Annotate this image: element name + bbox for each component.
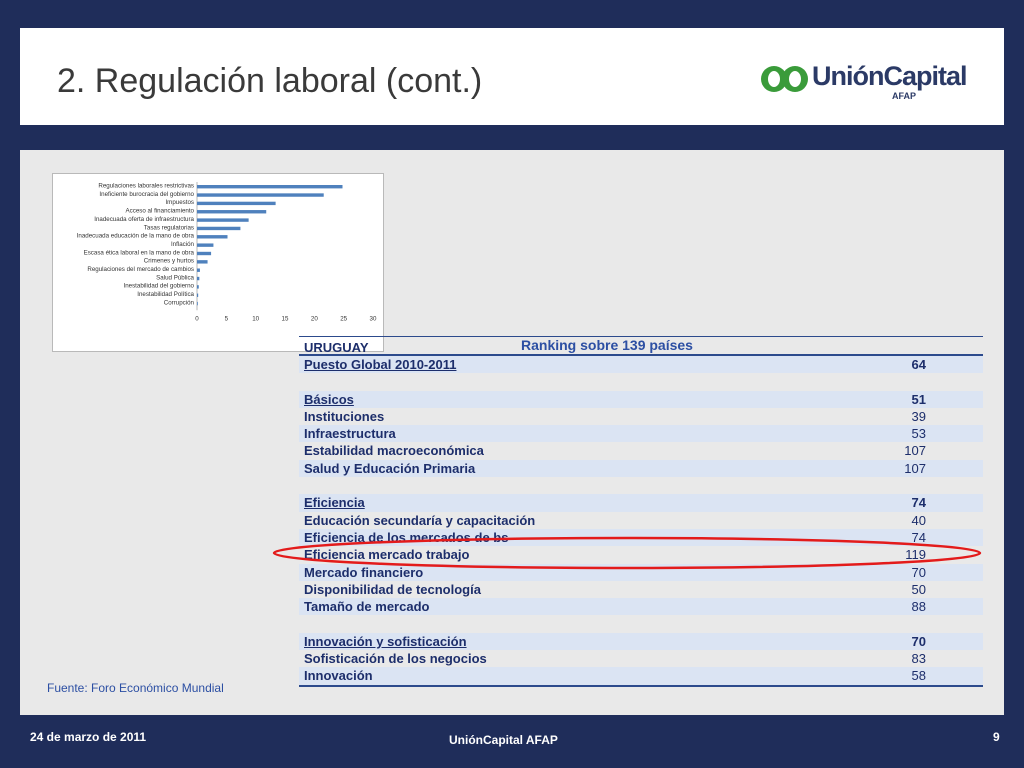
chart-bar [197, 301, 198, 306]
chart-bar [197, 235, 228, 239]
section-label: Básicos [304, 391, 354, 407]
table-footer-line [299, 684, 983, 687]
table-row: Innovación y sofisticación 70 [299, 632, 983, 651]
table-spacer-row [299, 373, 983, 390]
obstacles-chart: Regulaciones laborales restrictivas Inefi… [52, 173, 384, 352]
table-heading: Ranking sobre 139 países [521, 337, 693, 353]
chart-category-label: Acceso al financiamiento [126, 208, 195, 215]
chart-category-label: Tasas regulatorias [144, 224, 194, 231]
table-header: URUGUAY Ranking sobre 139 países [299, 336, 983, 356]
row-value: 107 [904, 443, 926, 459]
row-label: Infraestructura [304, 426, 396, 442]
section-label: Puesto Global 2010-2011 [304, 357, 457, 372]
chart-category-label: Escasa ética laboral en la mano de obra [84, 249, 195, 256]
table-row: Tamaño de mercado 88 [299, 598, 983, 616]
table-row: Educación secundaría y capacitación 40 [299, 512, 983, 529]
slide-title: 2. Regulación laboral (cont.) [57, 62, 483, 100]
chart-bar [197, 193, 324, 197]
row-value: 40 [911, 512, 926, 528]
unioncapital-logo: UniónCapital AFAP [757, 61, 972, 110]
row-label: Sofisticación de los negocios [304, 651, 487, 667]
chart-tick-label: 20 [311, 315, 318, 322]
chart-category-label: Inestabilidad Política [137, 291, 194, 298]
table-row: Puesto Global 2010-2011 64 [299, 356, 983, 374]
table-row: Básicos 51 [299, 390, 983, 408]
slide-content: Regulaciones laborales restrictivas Inefi… [20, 150, 1004, 715]
chart-bar [197, 243, 214, 247]
table-row: Estabilidad macroeconómica 107 [299, 442, 983, 459]
row-value: 50 [911, 581, 926, 597]
row-value: 51 [911, 391, 926, 407]
row-label: Tamaño de mercado [304, 599, 430, 615]
chart-bar [197, 260, 208, 264]
chart-category-label: Regulaciones laborales restrictivas [98, 183, 194, 190]
footer-date: 24 de marzo de 2011 [30, 730, 147, 744]
logo-mark-icon [761, 66, 808, 92]
chart-bar [197, 293, 199, 297]
section-label: Innovación y sofisticación [304, 633, 467, 649]
table-country: URUGUAY [304, 340, 369, 355]
chart-tick-label: 0 [195, 315, 199, 322]
logo-subtext: AFAP [892, 91, 917, 101]
chart-bar [197, 185, 343, 189]
chart-category-label: Inestabilidad del gobierno [123, 283, 194, 290]
chart-category-label: Corrupción [164, 299, 195, 306]
chart-category-label: Impuestos [165, 199, 194, 206]
chart-bar [197, 276, 200, 281]
chart-bar [197, 268, 200, 272]
row-value: 53 [911, 426, 926, 442]
row-label: Innovación [304, 668, 373, 684]
chart-bar [197, 226, 241, 231]
table-row: Eficiencia 74 [299, 494, 983, 512]
chart-bar [197, 285, 199, 289]
row-label: Disponibilidad de tecnología [304, 581, 481, 597]
chart-bar [197, 210, 267, 214]
row-value: 88 [911, 599, 926, 615]
source-note: Fuente: Foro Económico Mundial [47, 681, 224, 695]
chart-category-label: Inadecuada educación de la mano de obra [77, 233, 195, 240]
row-value: 70 [911, 633, 926, 649]
table-body: Puesto Global 2010-2011 64 Básicos 51 Instit… [299, 356, 983, 685]
logo-text: UniónCapital [812, 61, 967, 91]
chart-tick-label: 10 [252, 315, 259, 322]
table-spacer-row [299, 477, 983, 494]
row-label: Educación secundaría y capacitación [304, 512, 536, 528]
table-row: Disponibilidad de tecnología 50 [299, 581, 983, 598]
chart-category-label: Crimenes y hurtos [144, 258, 194, 265]
row-value: 64 [911, 357, 926, 372]
row-value: 107 [904, 460, 926, 476]
row-value: 74 [911, 495, 926, 511]
footer-company: UniónCapital AFAP [449, 733, 558, 747]
chart-tick-label: 5 [225, 315, 229, 322]
chart-tick-label: 15 [282, 315, 289, 322]
table-row: Innovación 58 [299, 667, 983, 685]
slide-header: 2. Regulación laboral (cont.) UniónCapit… [20, 28, 1004, 125]
row-label: Instituciones [304, 408, 385, 424]
table-spacer-row [299, 615, 983, 632]
row-value: 39 [911, 408, 926, 424]
table-row: Salud y Educación Primaria 107 [299, 459, 983, 478]
chart-category-label: Ineficiente burocracia del gobierno [99, 191, 194, 198]
ranking-table: URUGUAY Ranking sobre 139 países Puesto … [299, 336, 983, 687]
section-label: Eficiencia [304, 495, 365, 511]
table-row: Sofisticación de los negocios 83 [299, 650, 983, 667]
chart-category-label: Regulaciones del mercado de cambios [87, 266, 194, 273]
chart-tick-label: 25 [340, 315, 347, 322]
chart-bar [197, 218, 249, 222]
row-value: 58 [911, 668, 926, 684]
chart-category-label: Inflación [171, 241, 195, 248]
footer-page-number: 9 [993, 730, 1000, 744]
chart-bar [197, 201, 276, 206]
row-label: Estabilidad macroeconómica [304, 443, 484, 459]
table-row: Infraestructura 53 [299, 425, 983, 443]
chart-tick-label: 30 [370, 315, 377, 322]
chart-category-label: Inadecuada oferta de infraestructura [94, 216, 194, 223]
row-label: Salud y Educación Primaria [304, 460, 476, 476]
highlight-ellipse [272, 536, 982, 570]
row-value: 83 [911, 651, 926, 667]
table-row: Instituciones 39 [299, 408, 983, 425]
chart-bar [197, 251, 212, 256]
chart-svg: Regulaciones laborales restrictivasInefi… [77, 182, 377, 322]
chart-category-label: Salud Pública [156, 274, 194, 281]
